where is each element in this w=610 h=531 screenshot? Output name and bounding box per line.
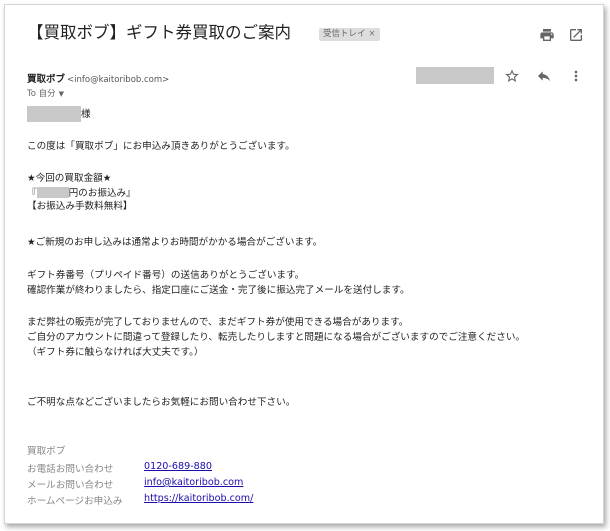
closing-line: ご不明な点などございましたらお気軽にお問い合わせ下さい。 (27, 397, 296, 408)
redacted-recipient-name (27, 106, 81, 122)
sender-name[interactable]: 買取ボブ (27, 74, 65, 85)
signature-web-label: ホームページお申込み (27, 496, 123, 507)
amount-close: 円のお振込み』 (68, 188, 136, 199)
thanks-line: この度は「買取ボブ」にお申込み頂きありがとうございます。 (27, 141, 295, 152)
redacted-amount (36, 187, 69, 198)
inbox-label-text: 受信トレイ (323, 29, 366, 39)
reply-icon[interactable] (536, 68, 552, 84)
open-in-new-icon[interactable] (568, 27, 584, 43)
received-line-2: 確認作業が終わりましたら、指定口座にご送金・完了後に振込完了メールを送付します。 (27, 285, 410, 296)
new-customer-notice: ★ご新規のお申し込みは通常よりお時間がかかる場合がございます。 (27, 237, 323, 248)
amount-line: 『 円のお振込み』 (27, 187, 136, 200)
star-icon[interactable] (504, 68, 520, 84)
amount-heading: ★今回の買取金額★ (27, 173, 112, 184)
inbox-label-tag[interactable]: 受信トレイ × (319, 28, 380, 41)
signature-phone-label: お電話お問い合わせ (27, 464, 114, 475)
print-icon[interactable] (539, 27, 555, 43)
fee-note: 【お振込み手数料無料】 (27, 201, 133, 212)
greeting-suffix: 様 (81, 109, 91, 120)
signature-mail-link[interactable]: info@kaitoribob.com (144, 477, 243, 488)
warning-line-2: ご自分のアカウントに間違って登録したり、転売したりしますと問題になる場合がござい… (27, 332, 526, 343)
amount-open: 『 (27, 188, 37, 199)
sender-email: <info@kaitoribob.com> (67, 75, 170, 85)
label-remove-icon[interactable]: × (369, 29, 376, 39)
signature-company: 買取ボブ (27, 446, 66, 457)
sender-line: 買取ボブ <info@kaitoribob.com> (27, 71, 169, 85)
signature-phone-link[interactable]: 0120-689-880 (144, 461, 212, 472)
recipient-label: To 自分 (27, 89, 56, 99)
email-window: 【買取ボブ】ギフト券買取のご案内 受信トレイ × 買取ボブ <info@kaitor… (4, 4, 604, 524)
email-subject: 【買取ボブ】ギフト券買取のご案内 (27, 23, 291, 42)
signature-web-link[interactable]: https://kaitoribob.com/ (144, 493, 253, 504)
redacted-date (416, 67, 494, 84)
recipient-line[interactable]: To 自分 ▼ (27, 87, 64, 99)
warning-line-1: まだ弊社の販売が完了しておりませんので、まだギフト券が使用できる場合があります。 (27, 317, 409, 328)
received-line-1: ギフト券番号（プリペイド番号）の送信ありがとうございます。 (27, 270, 305, 281)
chevron-down-icon[interactable]: ▼ (59, 90, 64, 98)
more-vert-icon[interactable] (568, 68, 584, 84)
signature-mail-label: メールお問い合わせ (27, 480, 114, 491)
warning-line-3: （ギフト券に触らなければ大丈夫です。） (27, 347, 204, 358)
